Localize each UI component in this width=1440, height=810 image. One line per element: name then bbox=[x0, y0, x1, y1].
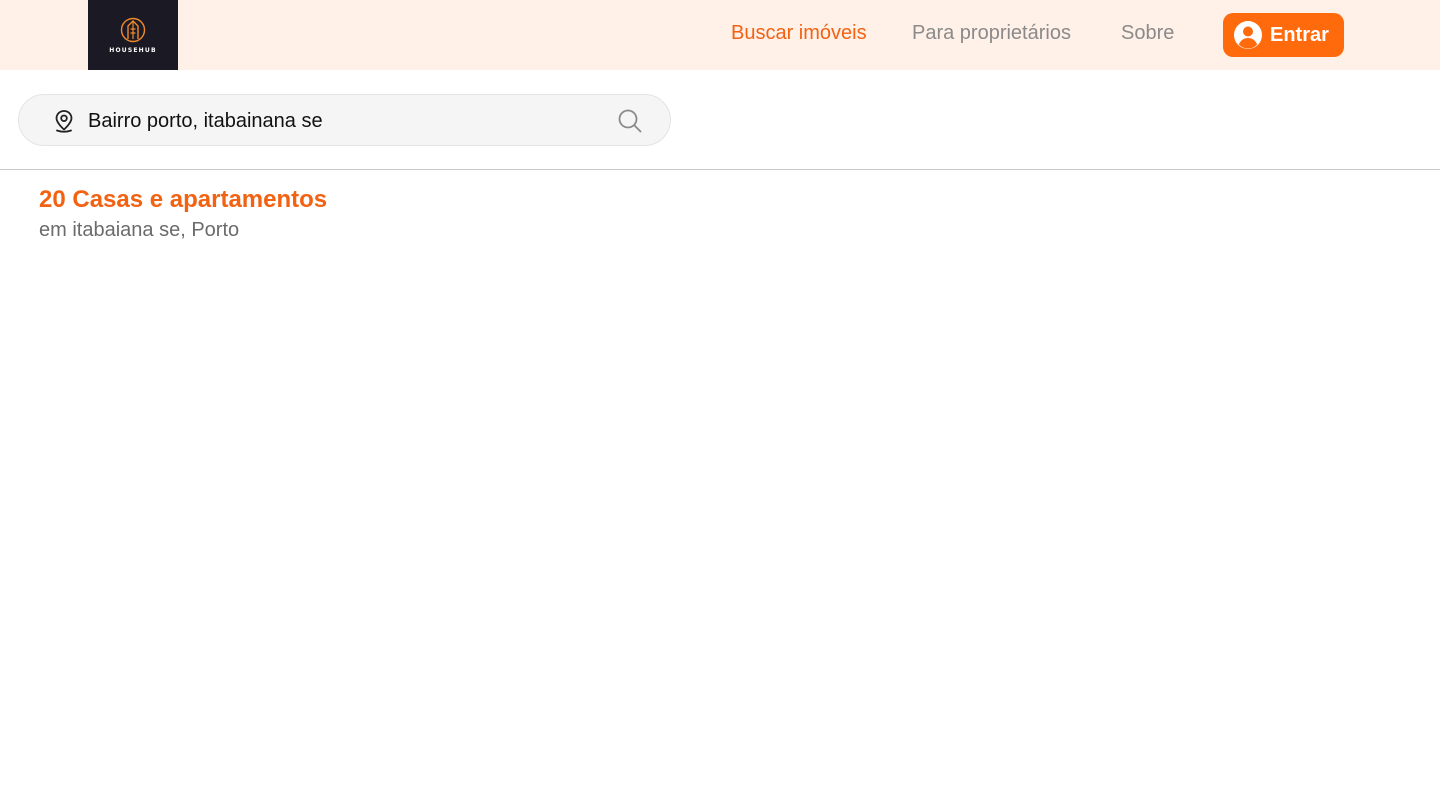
logo-brand-text: HOUSEHUB bbox=[109, 47, 157, 54]
building-logo-icon bbox=[120, 17, 146, 43]
user-circle-icon bbox=[1234, 21, 1262, 49]
nav-para-proprietarios[interactable]: Para proprietários bbox=[912, 22, 1071, 45]
search-icon[interactable] bbox=[617, 108, 643, 134]
nav-sobre[interactable]: Sobre bbox=[1121, 22, 1174, 45]
top-navigation-bar: HOUSEHUB Buscar imóveis Para proprietári… bbox=[0, 0, 1440, 70]
results-location-subtitle: em itabaiana se, Porto bbox=[39, 219, 240, 241]
map-pin-icon bbox=[55, 110, 73, 133]
results-count-title: 20 Casas e apartamentos bbox=[39, 186, 328, 213]
nav-buscar-imoveis[interactable]: Buscar imóveis bbox=[731, 22, 867, 45]
location-search-bar bbox=[18, 94, 671, 146]
login-button-label: Entrar bbox=[1270, 24, 1329, 46]
login-button[interactable]: Entrar bbox=[1223, 13, 1344, 57]
location-search-input[interactable] bbox=[88, 107, 608, 135]
section-divider bbox=[0, 169, 1440, 170]
househub-logo[interactable]: HOUSEHUB bbox=[88, 0, 178, 70]
